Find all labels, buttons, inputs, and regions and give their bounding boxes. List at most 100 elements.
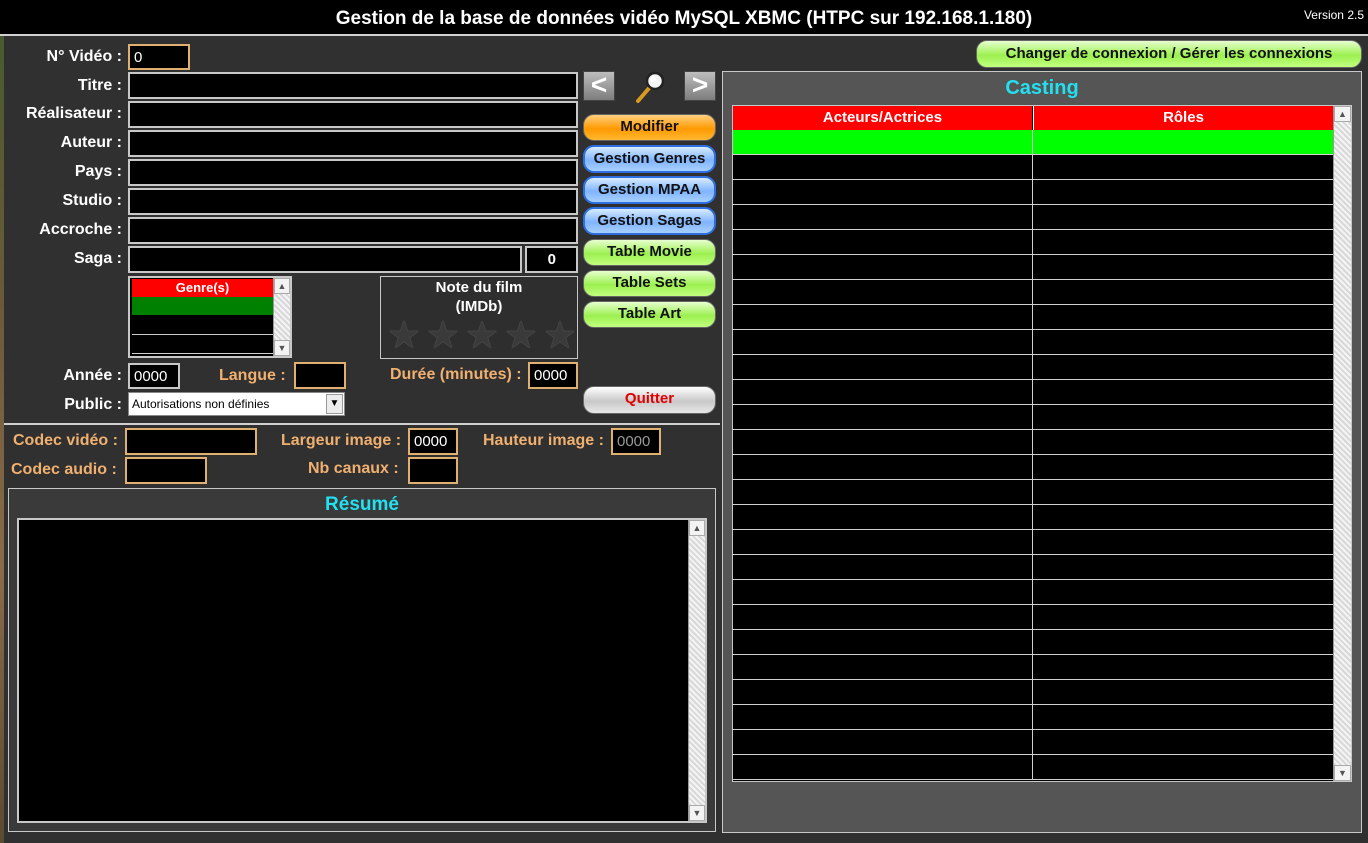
casting-scrollbar[interactable]: ▲ ▼ (1333, 106, 1351, 781)
casting-row[interactable] (733, 655, 1333, 680)
casting-cell-role[interactable] (1032, 205, 1333, 229)
casting-row[interactable] (733, 580, 1333, 605)
casting-row[interactable] (733, 130, 1333, 155)
casting-cell-role[interactable] (1032, 255, 1333, 279)
star-icon[interactable]: ★ (426, 317, 460, 357)
casting-row[interactable] (733, 505, 1333, 530)
gestion-genres-button[interactable]: Gestion Genres (583, 145, 716, 173)
casting-row[interactable] (733, 155, 1333, 180)
public-select[interactable]: Autorisations non définies ▼ (128, 392, 345, 416)
casting-cell-role[interactable] (1032, 680, 1333, 704)
casting-row[interactable] (733, 330, 1333, 355)
casting-cell-role[interactable] (1032, 580, 1333, 604)
casting-cell-role[interactable] (1032, 405, 1333, 429)
nb-canaux-input[interactable] (408, 457, 458, 484)
casting-row[interactable] (733, 280, 1333, 305)
casting-cell-actor[interactable] (733, 355, 1032, 379)
titre-input[interactable] (128, 72, 578, 99)
casting-cell-actor[interactable] (733, 305, 1032, 329)
casting-cell-role[interactable] (1032, 505, 1333, 529)
studio-input[interactable] (128, 188, 578, 215)
casting-row[interactable] (733, 680, 1333, 705)
star-icon[interactable]: ★ (504, 317, 538, 357)
casting-cell-actor[interactable] (733, 180, 1032, 204)
column-header-actors[interactable]: Acteurs/Actrices (733, 106, 1032, 130)
casting-cell-role[interactable] (1032, 555, 1333, 579)
casting-row[interactable] (733, 455, 1333, 480)
table-art-button[interactable]: Table Art (583, 301, 716, 328)
casting-cell-actor[interactable] (733, 155, 1032, 179)
quitter-button[interactable]: Quitter (583, 386, 716, 414)
casting-cell-actor[interactable] (733, 705, 1032, 729)
largeur-input[interactable] (408, 428, 458, 455)
casting-row[interactable] (733, 405, 1333, 430)
casting-cell-actor[interactable] (733, 405, 1032, 429)
casting-cell-actor[interactable] (733, 755, 1032, 779)
next-button[interactable]: > (684, 71, 716, 101)
casting-row[interactable] (733, 305, 1333, 330)
casting-cell-actor[interactable] (733, 505, 1032, 529)
pays-input[interactable] (128, 159, 578, 186)
casting-row[interactable] (733, 255, 1333, 280)
casting-cell-actor[interactable] (733, 430, 1032, 454)
genres-scrollbar[interactable]: ▲ ▼ (273, 278, 290, 356)
casting-cell-role[interactable] (1032, 305, 1333, 329)
casting-cell-actor[interactable] (733, 630, 1032, 654)
casting-cell-actor[interactable] (733, 555, 1032, 579)
casting-cell-role[interactable] (1032, 605, 1333, 629)
search-icon[interactable] (634, 70, 666, 104)
casting-cell-role[interactable] (1032, 755, 1333, 779)
casting-cell-role[interactable] (1032, 730, 1333, 754)
scroll-down-icon[interactable]: ▼ (1334, 765, 1351, 781)
hauteur-input[interactable] (611, 428, 661, 455)
scroll-up-icon[interactable]: ▲ (1334, 106, 1351, 122)
table-movie-button[interactable]: Table Movie (583, 239, 716, 266)
casting-cell-actor[interactable] (733, 280, 1032, 304)
casting-cell-actor[interactable] (733, 380, 1032, 404)
casting-cell-actor[interactable] (733, 580, 1032, 604)
gestion-mpaa-button[interactable]: Gestion MPAA (583, 176, 716, 204)
casting-cell-role[interactable] (1032, 330, 1333, 354)
rating-stars[interactable]: ★ ★ ★ ★ ★ (387, 317, 577, 357)
modifier-button[interactable]: Modifier (583, 114, 716, 141)
casting-row[interactable] (733, 380, 1333, 405)
casting-cell-actor[interactable] (733, 530, 1032, 554)
column-header-roles[interactable]: Rôles (1033, 106, 1333, 130)
casting-cell-role[interactable] (1032, 380, 1333, 404)
realisateur-input[interactable] (128, 101, 578, 128)
chevron-down-icon[interactable]: ▼ (326, 394, 343, 414)
casting-row[interactable] (733, 480, 1333, 505)
genres-selected-row[interactable] (132, 297, 273, 315)
star-icon[interactable]: ★ (465, 317, 499, 357)
saga-number-input[interactable] (525, 246, 578, 273)
scroll-down-icon[interactable]: ▼ (689, 805, 705, 821)
casting-cell-role[interactable] (1032, 630, 1333, 654)
accroche-input[interactable] (128, 217, 578, 244)
casting-cell-actor[interactable] (733, 655, 1032, 679)
casting-cell-role[interactable] (1032, 655, 1333, 679)
casting-cell-role[interactable] (1032, 155, 1333, 179)
casting-cell-role[interactable] (1032, 130, 1333, 154)
casting-cell-role[interactable] (1032, 280, 1333, 304)
codec-audio-input[interactable] (125, 457, 207, 484)
resume-textarea[interactable]: ▲ ▼ (17, 518, 707, 823)
casting-cell-role[interactable] (1032, 230, 1333, 254)
scroll-down-icon[interactable]: ▼ (274, 340, 290, 356)
casting-cell-actor[interactable] (733, 255, 1032, 279)
star-icon[interactable]: ★ (387, 317, 421, 357)
casting-cell-actor[interactable] (733, 730, 1032, 754)
casting-row[interactable] (733, 205, 1333, 230)
scroll-up-icon[interactable]: ▲ (689, 520, 705, 536)
genres-row[interactable] (132, 335, 273, 354)
casting-cell-actor[interactable] (733, 455, 1032, 479)
auteur-input[interactable] (128, 130, 578, 157)
annee-input[interactable] (128, 363, 180, 389)
duree-input[interactable] (528, 362, 578, 389)
casting-row[interactable] (733, 430, 1333, 455)
casting-row[interactable] (733, 755, 1333, 780)
casting-cell-actor[interactable] (733, 205, 1032, 229)
casting-row[interactable] (733, 355, 1333, 380)
casting-cell-role[interactable] (1032, 705, 1333, 729)
casting-row[interactable] (733, 230, 1333, 255)
previous-button[interactable]: < (583, 71, 615, 101)
